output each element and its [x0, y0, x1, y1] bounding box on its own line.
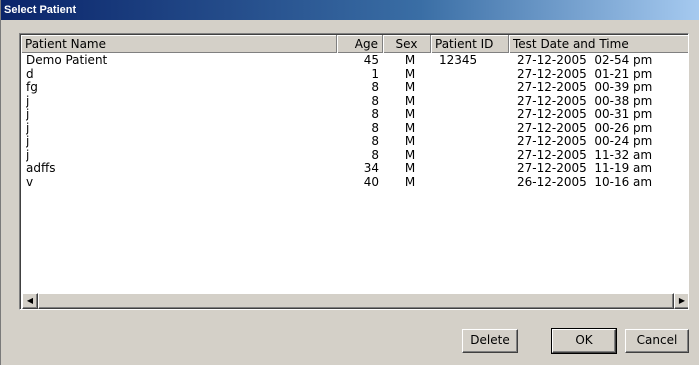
patient-sex: M — [404, 54, 416, 67]
column-header-test-date-time[interactable]: Test Date and Time — [509, 35, 688, 53]
list-row[interactable]: adffs 34 M 27-12-2005 11-19 am — [21, 162, 688, 176]
patient-sex: M — [404, 121, 416, 135]
patient-list: Patient Name Age Sex Patient ID Test Dat… — [19, 33, 689, 310]
patient-sex: M — [404, 175, 416, 189]
patient-age: 8 — [371, 121, 379, 135]
test-datetime: 27-12-2005 00-39 pm — [517, 81, 653, 94]
patient-id: 12345 — [439, 54, 478, 67]
patient-sex: M — [404, 108, 416, 121]
patient-sex: M — [404, 135, 416, 148]
patient-name: d — [26, 67, 34, 81]
test-datetime: 27-12-2005 11-19 am — [517, 162, 653, 175]
test-datetime: 27-12-2005 00-31 pm — [517, 108, 653, 121]
test-datetime: 27-12-2005 00-24 pm — [517, 135, 653, 148]
patient-sex: M — [404, 162, 416, 175]
list-row[interactable]: j 8 M 27-12-2005 00-26 pm — [21, 122, 688, 136]
list-row[interactable]: d 1 M 27-12-2005 01-21 pm — [21, 68, 688, 82]
patient-age: 8 — [371, 135, 379, 148]
test-datetime: 27-12-2005 11-32 am — [517, 148, 653, 162]
scrollbar-thumb[interactable] — [38, 293, 674, 309]
select-patient-dialog: Select Patient Patient Name Age Sex Pati… — [0, 0, 699, 365]
test-datetime: 27-12-2005 00-38 pm — [517, 94, 653, 108]
list-row[interactable]: Demo Patient 45 M 12345 27-12-2005 02-54… — [21, 54, 688, 68]
scroll-left-button[interactable]: ◀ — [22, 293, 38, 309]
patient-name: j — [26, 121, 30, 135]
patient-age: 8 — [371, 108, 379, 121]
patient-age: 1 — [371, 67, 379, 81]
test-datetime: 27-12-2005 00-26 pm — [517, 121, 653, 135]
column-header-sex[interactable]: Sex — [383, 35, 431, 53]
list-header: Patient Name Age Sex Patient ID Test Dat… — [21, 35, 688, 53]
list-row[interactable]: j 8 M 27-12-2005 11-32 am — [21, 149, 688, 163]
column-header-patient-id[interactable]: Patient ID — [431, 35, 509, 53]
patient-age: 8 — [371, 148, 379, 162]
patient-sex: M — [404, 94, 416, 108]
list-row[interactable]: fg 8 M 27-12-2005 00-39 pm — [21, 81, 688, 95]
title-bar: Select Patient — [1, 0, 699, 20]
list-rows: Demo Patient 45 M 12345 27-12-2005 02-54… — [21, 54, 688, 189]
patient-name: j — [26, 94, 30, 108]
scroll-right-button[interactable]: ▶ — [674, 293, 688, 309]
patient-age: 45 — [363, 54, 379, 67]
patient-name: adffs — [26, 162, 56, 175]
list-row[interactable]: j 8 M 27-12-2005 00-38 pm — [21, 95, 688, 109]
patient-age: 8 — [371, 81, 379, 94]
patient-sex: M — [404, 67, 416, 81]
arrow-left-icon: ◀ — [26, 296, 34, 305]
test-datetime: 27-12-2005 02-54 pm — [517, 54, 653, 67]
patient-name: j — [26, 135, 30, 148]
patient-age: 8 — [371, 94, 379, 108]
patient-age: 34 — [363, 162, 379, 175]
list-row[interactable]: j 8 M 27-12-2005 00-31 pm — [21, 108, 688, 122]
horizontal-scrollbar[interactable]: ◀ ▶ — [22, 293, 688, 309]
test-datetime: 27-12-2005 01-21 pm — [517, 67, 653, 81]
patient-sex: M — [404, 148, 416, 162]
delete-button[interactable]: Delete — [462, 329, 518, 353]
test-datetime: 26-12-2005 10-16 am — [517, 175, 653, 189]
patient-name: j — [26, 148, 30, 162]
column-header-age[interactable]: Age — [337, 35, 383, 53]
list-row[interactable]: j 8 M 27-12-2005 00-24 pm — [21, 135, 688, 149]
patient-name: fg — [26, 81, 38, 94]
patient-age: 40 — [363, 175, 379, 189]
patient-name: v — [26, 175, 34, 189]
column-header-patient-name[interactable]: Patient Name — [21, 35, 337, 53]
ok-button[interactable]: OK — [551, 328, 617, 354]
patient-sex: M — [404, 81, 416, 94]
patient-name: j — [26, 108, 30, 121]
cancel-button[interactable]: Cancel — [625, 329, 689, 353]
arrow-right-icon: ▶ — [678, 296, 686, 305]
patient-name: Demo Patient — [26, 54, 108, 67]
list-row[interactable]: v 40 M 26-12-2005 10-16 am — [21, 176, 688, 190]
